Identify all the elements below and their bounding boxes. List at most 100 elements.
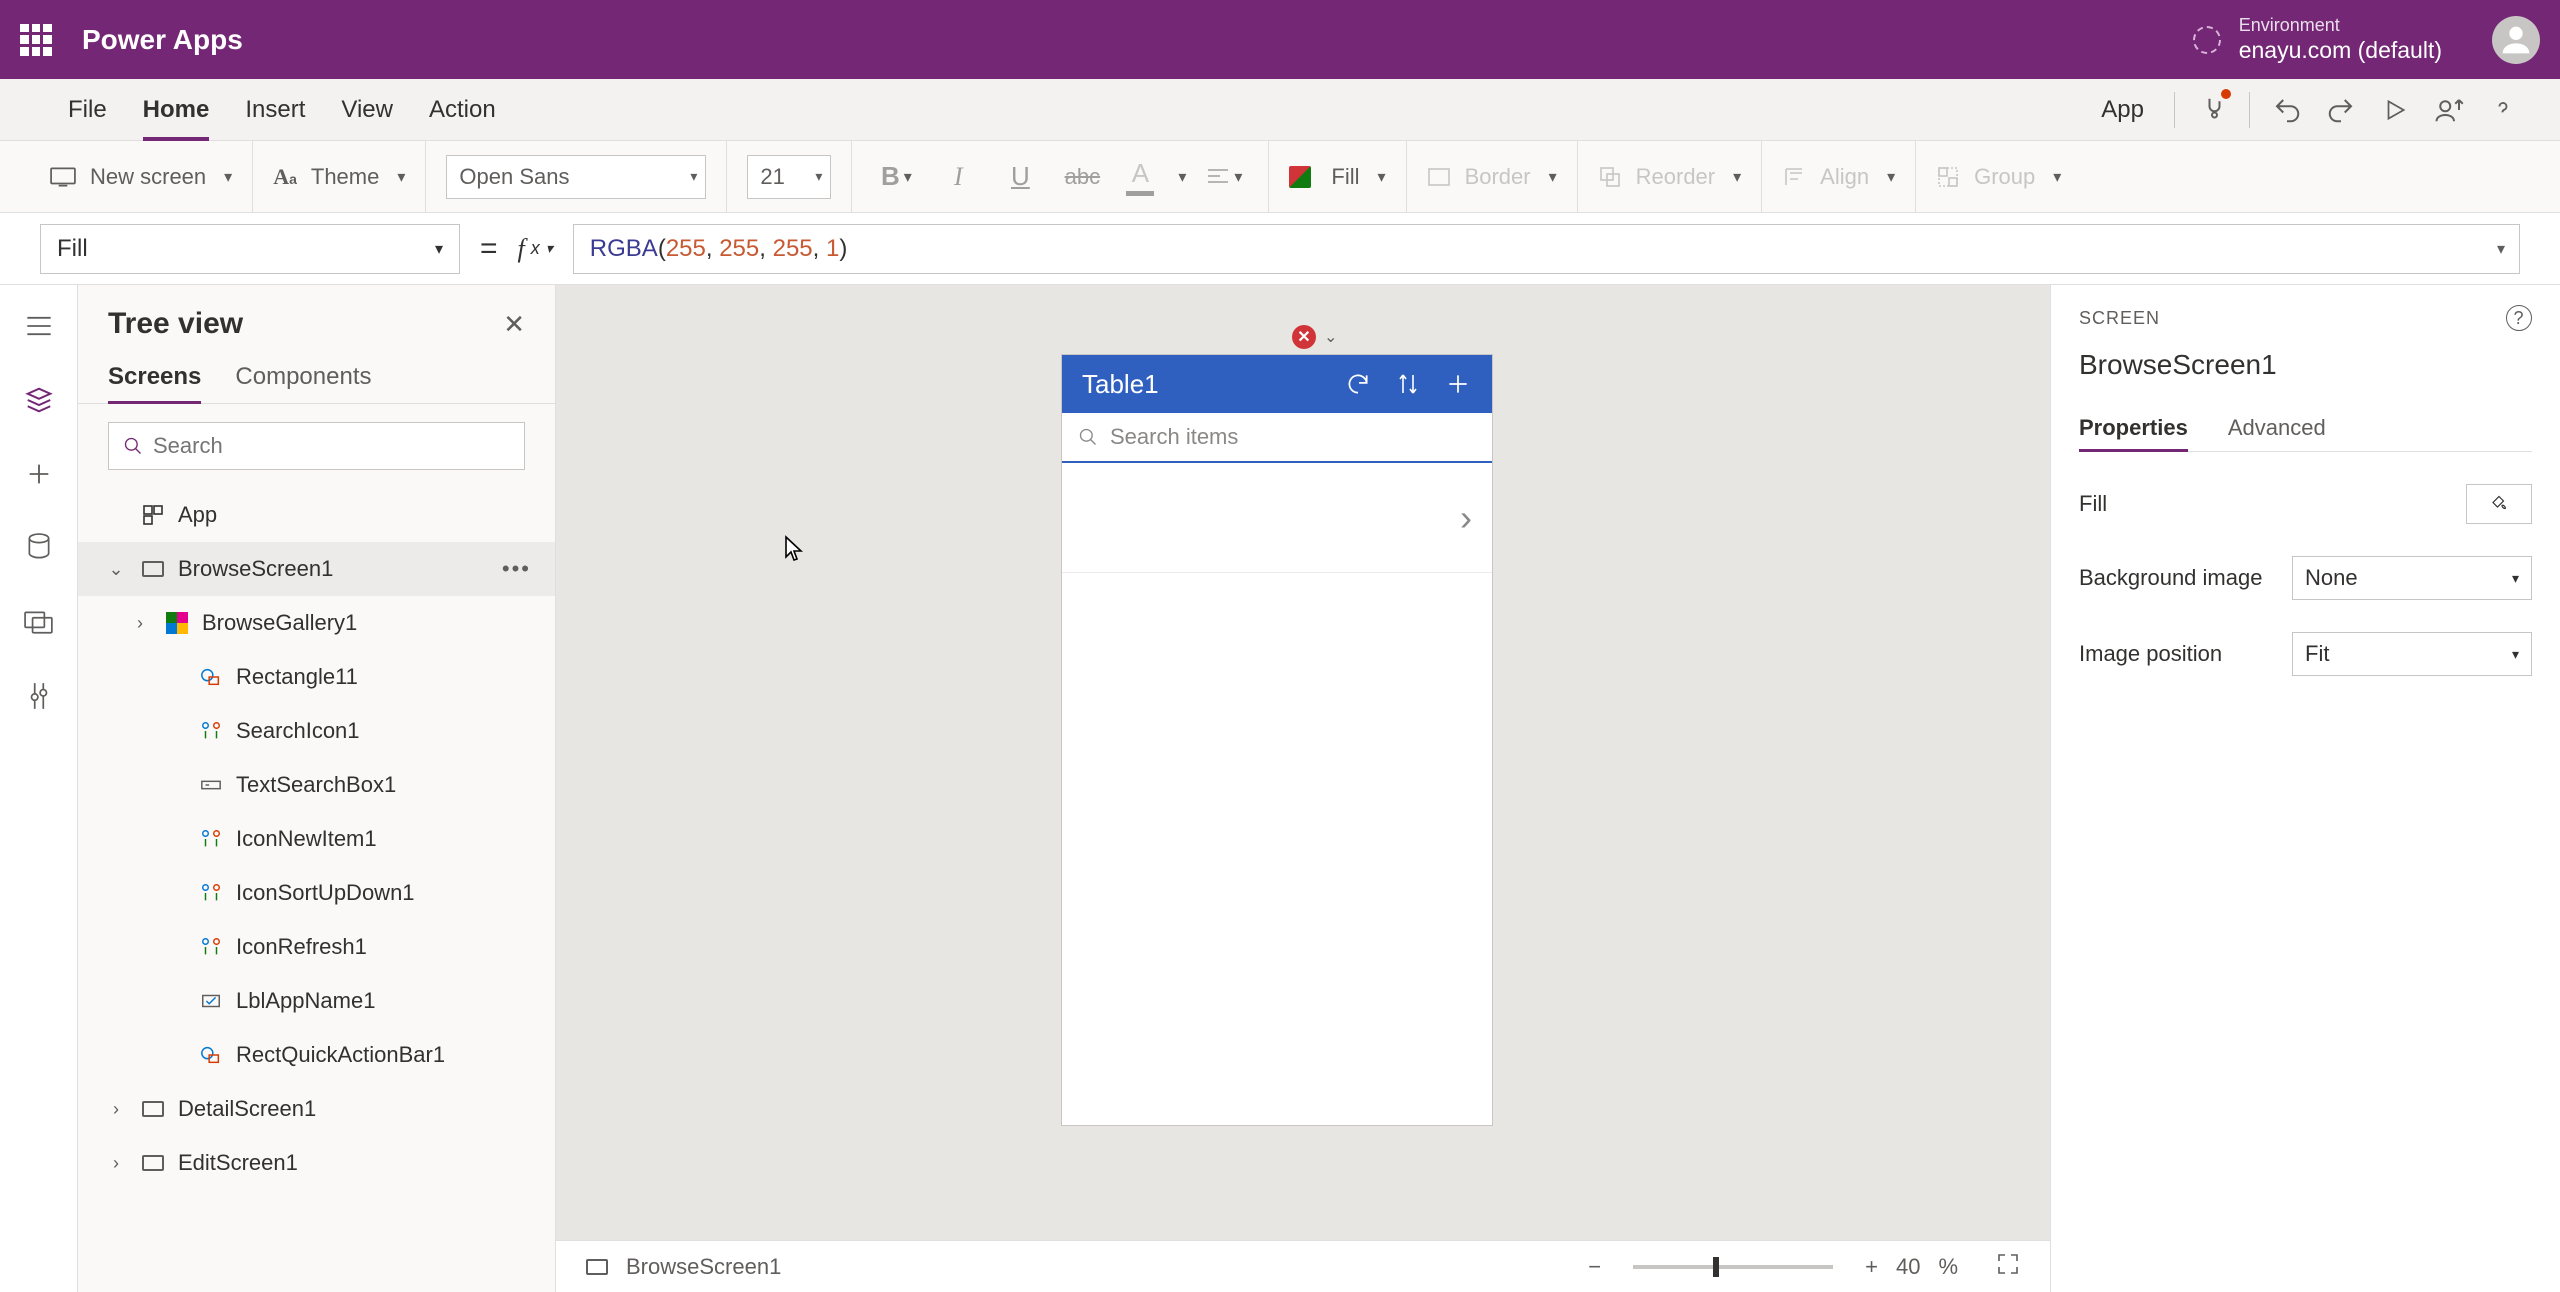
theme-button[interactable]: Theme	[311, 164, 379, 190]
share-button[interactable]	[2422, 79, 2476, 140]
add-icon[interactable]	[1444, 370, 1472, 398]
sort-icon[interactable]	[1394, 370, 1422, 398]
preview-gallery-row[interactable]: ›	[1062, 463, 1492, 573]
font-size-select[interactable]: 21▾	[747, 155, 831, 199]
border-icon	[1427, 167, 1451, 187]
media-icon[interactable]	[22, 605, 56, 639]
help-button[interactable]	[2476, 79, 2530, 140]
tab-components[interactable]: Components	[235, 351, 371, 403]
ribbon-toolbar: New screen▾ Aa Theme▾ Open Sans▾ 21▾ B▾ …	[0, 141, 2560, 213]
tools-icon[interactable]	[22, 679, 56, 713]
menu-view[interactable]: View	[323, 79, 411, 140]
preview-search[interactable]: Search items	[1062, 413, 1492, 463]
tab-screens[interactable]: Screens	[108, 351, 201, 403]
zoom-in-button[interactable]: +	[1865, 1254, 1878, 1280]
prop-imgpos-select[interactable]: Fit▾	[2292, 632, 2532, 676]
strikethrough-button[interactable]: abc	[1058, 153, 1106, 201]
refresh-icon[interactable]	[1344, 370, 1372, 398]
status-screen-name: BrowseScreen1	[626, 1254, 781, 1280]
app-checker-button[interactable]	[2185, 79, 2239, 140]
menu-bar: File Home Insert View Action App	[0, 79, 2560, 141]
reorder-button[interactable]: Reorder	[1636, 164, 1715, 190]
tree-node-browsescreen[interactable]: ⌄BrowseScreen1•••	[78, 542, 555, 596]
account-avatar[interactable]	[2492, 16, 2540, 64]
canvas-area[interactable]: ✕ ⌄ Table1 Search items › BrowseScreen1	[556, 285, 2050, 1292]
tree-node-lblappname[interactable]: LblAppName1	[78, 974, 555, 1028]
tree-node-browsegallery[interactable]: ›BrowseGallery1	[78, 596, 555, 650]
zoom-pct: %	[1938, 1254, 1958, 1280]
menu-home[interactable]: Home	[125, 79, 228, 140]
menu-action[interactable]: Action	[411, 79, 514, 140]
formula-input[interactable]: RGBA(255, 255, 255, 1) ▾	[573, 224, 2520, 274]
tree-node-rectangle11[interactable]: Rectangle11	[78, 650, 555, 704]
font-select[interactable]: Open Sans▾	[446, 155, 706, 199]
new-screen-button[interactable]: New screen	[90, 164, 206, 190]
zoom-slider[interactable]	[1633, 1265, 1833, 1269]
tree-node-iconsort[interactable]: IconSortUpDown1	[78, 866, 555, 920]
border-button[interactable]: Border	[1465, 164, 1531, 190]
tree-node-rectquick[interactable]: RectQuickActionBar1	[78, 1028, 555, 1082]
theme-icon: Aa	[273, 164, 297, 190]
align-button[interactable]: Align	[1820, 164, 1869, 190]
prop-fill-label: Fill	[2079, 491, 2107, 517]
tree-node-app[interactable]: App	[78, 488, 555, 542]
tree-node-detailscreen[interactable]: ›DetailScreen1	[78, 1082, 555, 1136]
fx-button[interactable]: fx ▾	[518, 234, 553, 264]
menu-file[interactable]: File	[50, 79, 125, 140]
group-icon	[1936, 165, 1960, 189]
tree-node-editscreen[interactable]: ›EditScreen1	[78, 1136, 555, 1190]
app-launcher-icon[interactable]	[20, 24, 52, 56]
properties-eyebrow: SCREEN	[2079, 308, 2160, 329]
hamburger-icon[interactable]	[22, 309, 56, 343]
insert-icon[interactable]	[22, 457, 56, 491]
data-icon[interactable]	[22, 531, 56, 565]
italic-button[interactable]: I	[934, 153, 982, 201]
zoom-out-button[interactable]: −	[1588, 1254, 1601, 1280]
tree-view-icon[interactable]	[22, 383, 56, 417]
chevron-right-icon: ›	[1460, 497, 1472, 539]
group-button[interactable]: Group	[1974, 164, 2035, 190]
tree-search-input[interactable]	[108, 422, 525, 470]
environment-icon	[2193, 26, 2221, 54]
menu-app[interactable]: App	[2081, 96, 2164, 124]
app-preview[interactable]: Table1 Search items ›	[1062, 355, 1492, 1125]
expand-formula-button[interactable]: ▾	[2497, 239, 2505, 259]
fill-color-icon	[1289, 166, 1311, 188]
help-icon[interactable]: ?	[2506, 305, 2532, 331]
tree-node-iconrefresh[interactable]: IconRefresh1	[78, 920, 555, 974]
tab-advanced[interactable]: Advanced	[2228, 405, 2326, 451]
preview-appbar: Table1	[1062, 355, 1492, 413]
fill-button[interactable]: Fill	[1331, 164, 1359, 190]
prop-bgimage-select[interactable]: None▾	[2292, 556, 2532, 600]
properties-panel: SCREEN ? BrowseScreen1 Properties Advanc…	[2050, 285, 2560, 1292]
prop-fill-swatch[interactable]	[2466, 484, 2532, 524]
prop-bgimage-label: Background image	[2079, 565, 2262, 591]
cursor-icon	[784, 535, 804, 570]
more-icon[interactable]: •••	[502, 556, 531, 582]
play-button[interactable]	[2368, 79, 2422, 140]
equals-label: =	[480, 232, 498, 266]
tree-node-textsearchbox[interactable]: TextSearchBox1	[78, 758, 555, 812]
environment-value: enayu.com (default)	[2239, 36, 2442, 65]
status-bar: BrowseScreen1 − + 40 %	[556, 1240, 2050, 1292]
tab-properties[interactable]: Properties	[2079, 405, 2188, 451]
prop-imgpos-label: Image position	[2079, 641, 2222, 667]
redo-button[interactable]	[2314, 79, 2368, 140]
error-indicator[interactable]: ✕ ⌄	[1292, 325, 1337, 349]
text-align-button[interactable]: ▾	[1200, 153, 1248, 201]
fit-screen-button[interactable]	[1996, 1252, 2020, 1282]
reorder-icon	[1598, 165, 1622, 189]
underline-button[interactable]: U	[996, 153, 1044, 201]
search-icon	[123, 436, 143, 456]
property-select[interactable]: Fill▾	[40, 224, 460, 274]
undo-button[interactable]	[2260, 79, 2314, 140]
bold-button[interactable]: B▾	[872, 153, 920, 201]
close-panel-button[interactable]: ✕	[503, 309, 525, 340]
app-title: Power Apps	[82, 24, 2193, 56]
tree-node-searchicon[interactable]: SearchIcon1	[78, 704, 555, 758]
menu-insert[interactable]: Insert	[227, 79, 323, 140]
environment-picker[interactable]: Environment enayu.com (default)	[2193, 14, 2442, 65]
formula-bar: Fill▾ = fx ▾ RGBA(255, 255, 255, 1) ▾	[0, 213, 2560, 285]
tree-node-iconnew[interactable]: IconNewItem1	[78, 812, 555, 866]
font-color-button[interactable]: A	[1120, 158, 1160, 196]
